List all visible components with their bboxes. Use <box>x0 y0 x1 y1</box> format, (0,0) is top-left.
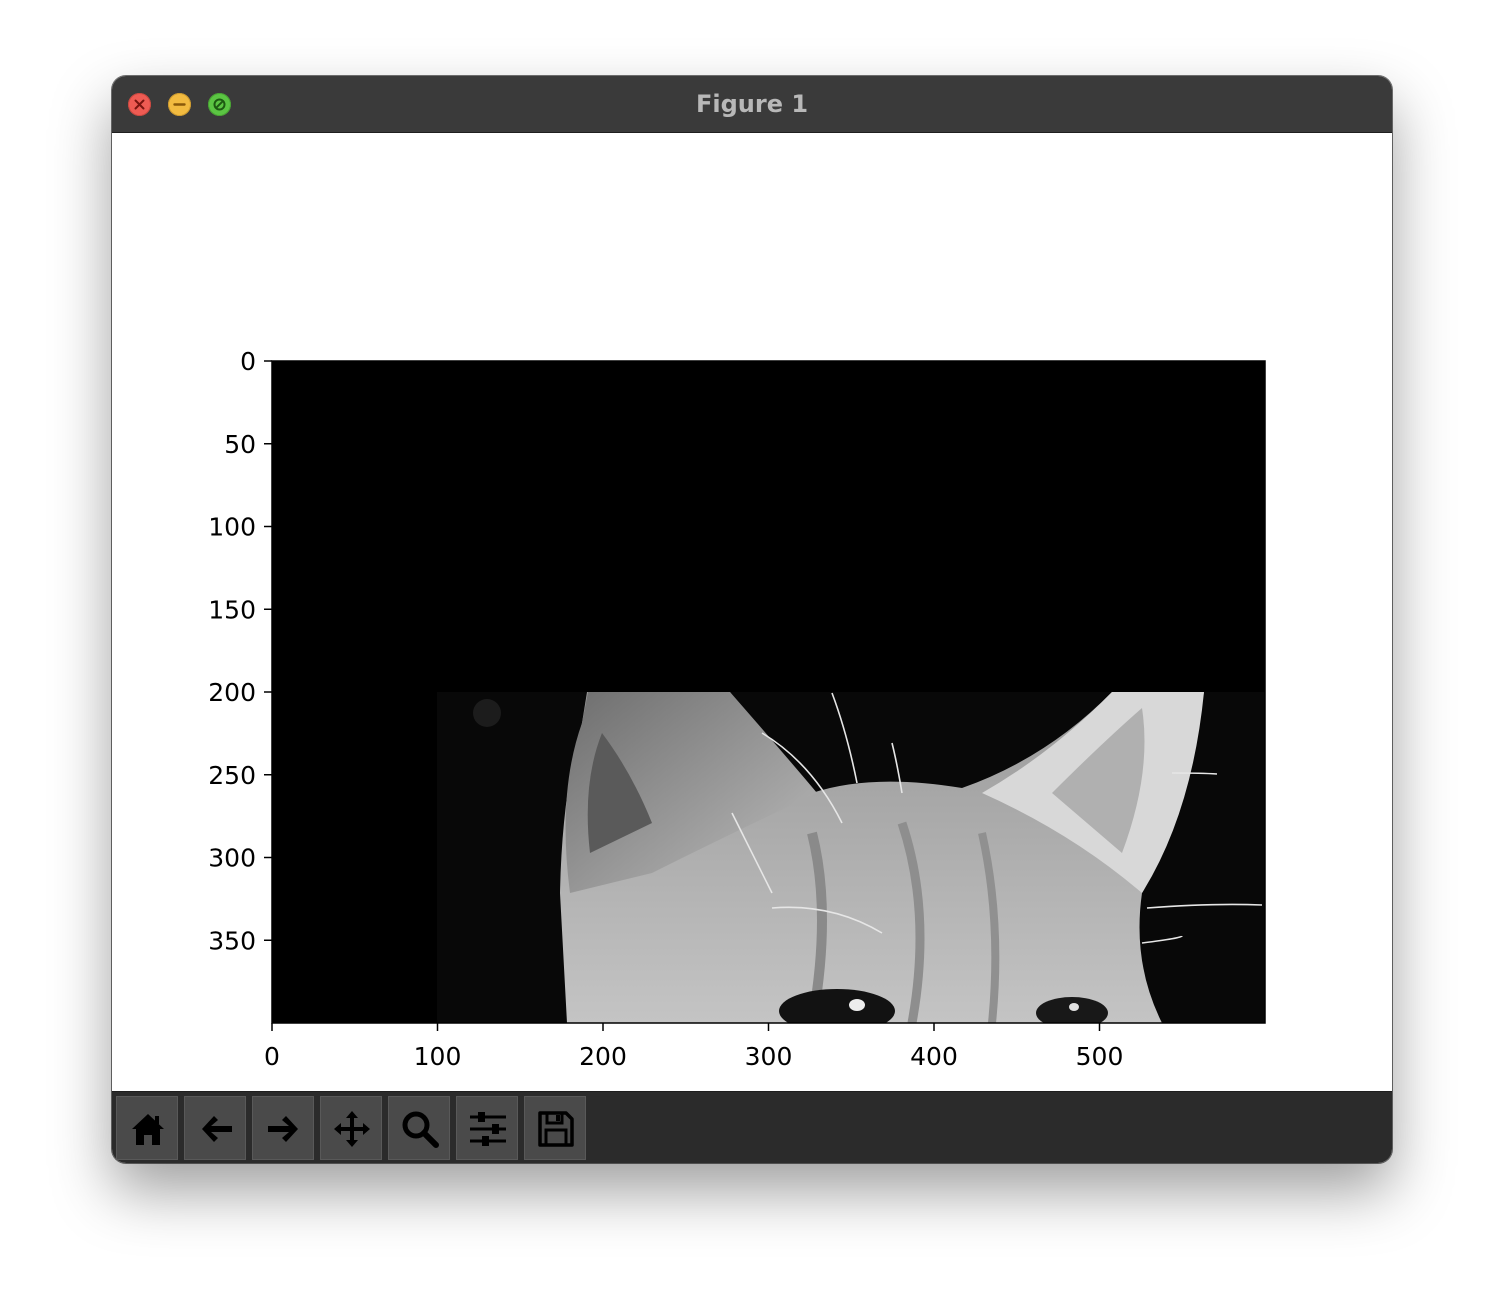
x-tick-label: 200 <box>579 1042 627 1071</box>
navigation-toolbar <box>112 1091 1392 1163</box>
sliders-icon <box>470 1112 506 1146</box>
y-tick-label: 0 <box>240 347 256 376</box>
x-tick-label: 100 <box>414 1042 462 1071</box>
back-button[interactable] <box>184 1096 246 1160</box>
y-tick-label: 150 <box>208 595 256 624</box>
y-tick-label: 50 <box>224 430 256 459</box>
y-tick-label: 300 <box>208 844 256 873</box>
x-tick-label: 400 <box>910 1042 958 1071</box>
magnifier-icon <box>402 1111 439 1148</box>
y-tick-label: 350 <box>208 926 256 955</box>
forward-button[interactable] <box>252 1096 314 1160</box>
configure-subplots-button[interactable] <box>456 1096 518 1160</box>
plot-svg[interactable]: 0 100 200 300 400 500 0 50 100 150 200 250 300 350 <box>112 133 1392 1091</box>
move-icon <box>334 1111 370 1147</box>
arrow-left-icon <box>202 1116 232 1142</box>
arrow-right-icon <box>268 1116 298 1142</box>
x-tick-label: 500 <box>1076 1042 1124 1071</box>
y-tick-label: 250 <box>208 761 256 790</box>
y-axis: 0 50 100 150 200 250 300 350 <box>208 347 272 955</box>
y-tick-label: 200 <box>208 678 256 707</box>
x-axis: 0 100 200 300 400 500 <box>264 1023 1123 1071</box>
zoom-button[interactable] <box>388 1096 450 1160</box>
home-icon <box>132 1114 164 1145</box>
floppy-disk-icon <box>538 1111 574 1147</box>
figure-window: Figure 1 0 100 200 300 400 500 0 50 100 … <box>112 76 1392 1163</box>
x-tick-label: 0 <box>264 1042 280 1071</box>
window-title: Figure 1 <box>695 90 809 118</box>
y-tick-label: 100 <box>208 513 256 542</box>
cat-image <box>437 692 1265 1023</box>
title-bar[interactable]: Figure 1 <box>112 76 1392 133</box>
save-button[interactable] <box>524 1096 586 1160</box>
image-axes: 0 100 200 300 400 500 0 50 100 150 200 250 300 350 <box>208 347 1266 1071</box>
figure-canvas[interactable]: 0 100 200 300 400 500 0 50 100 150 200 250 300 350 <box>112 133 1392 1091</box>
home-button[interactable] <box>116 1096 178 1160</box>
x-tick-label: 300 <box>745 1042 793 1071</box>
pan-button[interactable] <box>320 1096 382 1160</box>
